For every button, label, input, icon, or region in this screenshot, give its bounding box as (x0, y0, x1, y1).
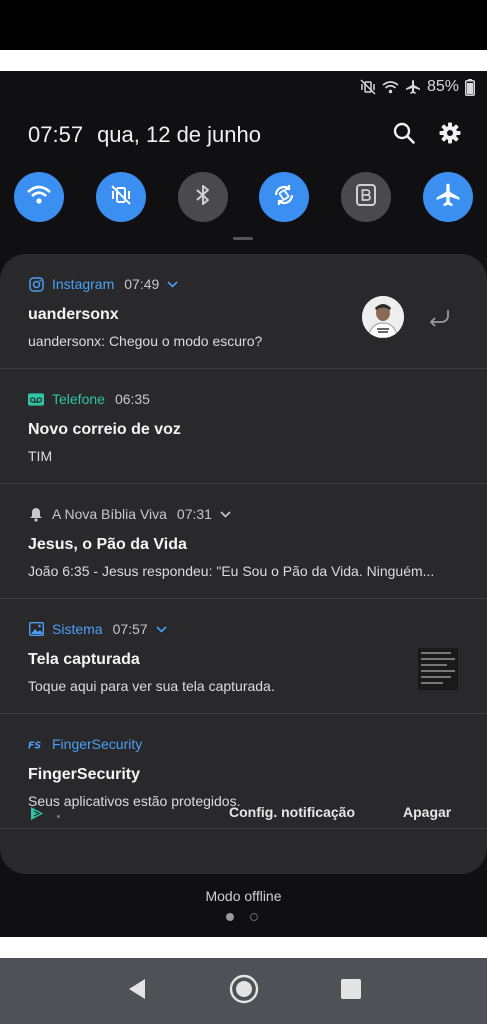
notification-sistema[interactable]: Sistema 07:57 Tela capturada Toque aqui … (0, 599, 487, 714)
battery-text: 85% (426, 78, 459, 95)
home-icon[interactable] (229, 974, 259, 1009)
notification-footer: Config. notificação Apagar (0, 784, 487, 844)
qs-auto-rotate-toggle[interactable] (259, 172, 310, 222)
back-icon[interactable] (127, 978, 147, 1005)
wifi-icon (26, 184, 52, 211)
app-name: Instagram (52, 276, 115, 292)
notification-header: Sistema 07:57 (28, 620, 168, 638)
notification-text: João 6:35 - Jesus respondeu: "Eu Sou o P… (28, 563, 435, 579)
quick-settings-row (14, 172, 473, 222)
app-name: FingerSecurity (52, 736, 143, 752)
date[interactable]: qua, 12 de junho (97, 122, 261, 148)
qs-blue-light-filter-toggle[interactable] (341, 172, 392, 222)
bell-icon (28, 506, 44, 522)
qs-bluetooth-toggle[interactable] (177, 172, 228, 222)
notification-title: uandersonx (28, 306, 119, 323)
instagram-icon (28, 276, 44, 292)
app-name: A Nova Bíblia Viva (52, 506, 167, 522)
avatar (362, 296, 404, 338)
notification-header: FS FingerSecurity (28, 735, 152, 753)
notification-title: Novo correio de voz (28, 421, 181, 438)
notification-header: Telefone 06:35 (28, 390, 158, 408)
chevron-down-icon[interactable] (167, 278, 179, 290)
airplane-icon (405, 79, 421, 95)
airplane-icon (435, 182, 461, 213)
blue-light-filter-icon (355, 183, 377, 212)
notification-biblia[interactable]: A Nova Bíblia Viva 07:31 Jesus, o Pão da… (0, 484, 487, 599)
separator-dot (57, 815, 60, 818)
notification-title: Tela capturada (28, 651, 140, 668)
gear-icon[interactable] (439, 122, 461, 149)
notification-panel: Instagram 07:49 uandersonx uandersonx: C… (0, 254, 487, 874)
mute-vibrate-icon (360, 79, 376, 95)
app-name: Sistema (52, 621, 103, 637)
notification-title: Jesus, o Pão da Vida (28, 536, 187, 553)
notification-text: TIM (28, 448, 53, 464)
bottom-border (0, 937, 487, 958)
wifi-icon (382, 80, 399, 94)
reply-icon[interactable] (427, 308, 451, 333)
notification-time: 07:57 (112, 621, 148, 637)
clock[interactable]: 07:57 (28, 122, 83, 148)
app-name: Telefone (52, 391, 105, 407)
header-actions (393, 122, 461, 149)
qs-airplane-toggle[interactable] (422, 172, 473, 222)
qs-wifi-toggle[interactable] (14, 172, 64, 222)
svg-text:FS: FS (28, 740, 41, 750)
notification-header: Instagram 07:49 (28, 275, 179, 293)
status-bar: 85% (360, 77, 475, 97)
top-border (0, 50, 487, 71)
notification-title: FingerSecurity (28, 766, 141, 783)
page-dot (250, 913, 258, 921)
image-icon (28, 621, 44, 637)
notification-settings-button[interactable]: Config. notificação (229, 804, 355, 820)
navigation-bar (0, 958, 487, 1024)
notification-header: A Nova Bíblia Viva 07:31 (28, 505, 232, 523)
clear-all-button[interactable]: Apagar (403, 804, 451, 820)
shade-header: 07:57 qua, 12 de junho (28, 119, 461, 151)
search-icon[interactable] (393, 122, 415, 149)
fingersecurity-icon: FS (28, 736, 44, 752)
mute-vibrate-icon (109, 183, 133, 212)
notification-shade: 85% 07:57 qua, 12 de junho Instagram 07:… (0, 71, 487, 937)
carrier-label: Modo offline (205, 888, 282, 904)
bluetooth-icon (193, 183, 213, 212)
notification-instagram[interactable]: Instagram 07:49 uandersonx uandersonx: C… (0, 254, 487, 369)
page-indicator (226, 913, 258, 921)
rotate-icon (271, 182, 297, 213)
recents-icon[interactable] (340, 978, 361, 1004)
page-dot-active (226, 913, 234, 921)
notification-time: 06:35 (114, 391, 150, 407)
notification-time: 07:31 (176, 506, 212, 522)
play-store-icon (30, 806, 44, 826)
battery-icon (465, 78, 475, 96)
chevron-down-icon[interactable] (156, 623, 168, 635)
notification-telefone[interactable]: Telefone 06:35 Novo correio de voz TIM (0, 369, 487, 484)
top-frame (0, 0, 487, 50)
screenshot-thumbnail (418, 648, 458, 690)
notification-text: uandersonx: Chegou o modo escuro? (28, 333, 263, 349)
voicemail-icon (28, 391, 44, 407)
notification-text: Toque aqui para ver sua tela capturada. (28, 678, 275, 694)
chevron-down-icon[interactable] (220, 508, 232, 520)
qs-mute-toggle[interactable] (95, 172, 146, 222)
notification-time: 07:49 (124, 276, 160, 292)
expand-handle[interactable] (233, 237, 253, 240)
